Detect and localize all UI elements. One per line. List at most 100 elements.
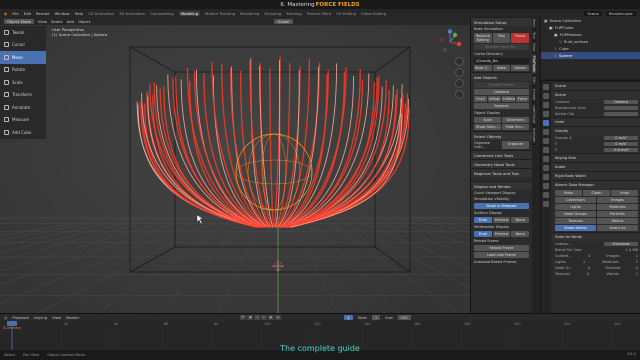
- node-groups-toggle[interactable]: Node Groups: [555, 211, 596, 217]
- category-dropdown[interactable]: Overview: [604, 242, 638, 246]
- current-frame-field[interactable]: 1: [344, 315, 353, 320]
- menu-help[interactable]: Help: [75, 11, 84, 16]
- render-props-icon[interactable]: [543, 93, 549, 99]
- tool-add-cube[interactable]: Add Cube: [0, 126, 46, 139]
- select-objects-header[interactable]: Select Objects: [471, 131, 532, 140]
- playback-menu[interactable]: Playback: [12, 315, 29, 320]
- delete-button[interactable]: Delete: [511, 65, 530, 71]
- view-layer-icon[interactable]: [543, 111, 549, 117]
- collection-props-icon[interactable]: [543, 138, 549, 144]
- start-frame-field[interactable]: 1: [371, 315, 381, 320]
- outliner-row[interactable]: ▣ FLIPFluids: [541, 24, 640, 31]
- tab-video-editing[interactable]: Video Editing: [361, 11, 386, 16]
- autoload-checkbox[interactable]: Autoload Baked Frames: [471, 259, 532, 265]
- bake-cache-button[interactable]: Bake C...: [474, 65, 492, 71]
- pan-hand-icon[interactable]: [455, 68, 464, 77]
- resume-baking-button[interactable]: Resume Baking: [474, 33, 492, 43]
- force-button[interactable]: Force: [516, 96, 529, 102]
- scene-props-icon[interactable]: [543, 120, 549, 126]
- cache-path-input[interactable]: //Gravity_Bo..: [474, 58, 529, 64]
- outflow-button[interactable]: Outflow: [501, 96, 516, 102]
- data-props-icon[interactable]: [543, 192, 549, 198]
- tab-motion-tracking[interactable]: Motion Tracking: [205, 11, 235, 16]
- hide-simulation-button[interactable]: Hide Sim...: [502, 124, 529, 130]
- tool-annotate[interactable]: Annotate: [0, 101, 46, 114]
- marker-menu[interactable]: Marker: [66, 315, 79, 320]
- gravity-header[interactable]: Gravity: [552, 126, 640, 135]
- load-last-frame-button[interactable]: Load Last Frame: [474, 252, 529, 258]
- show-in-viewport-toggle[interactable]: Show in Viewport: [474, 203, 529, 209]
- transform-orientation-dropdown[interactable]: Global: [274, 18, 293, 24]
- background-field[interactable]: [604, 106, 638, 110]
- tab-view[interactable]: View: [532, 41, 536, 55]
- surface-none-option[interactable]: None: [511, 217, 530, 223]
- audio-header[interactable]: Audio: [552, 162, 640, 171]
- outliner-row[interactable]: ▽ Cube: [541, 45, 640, 52]
- reload-frame-button[interactable]: Reload Frame: [474, 245, 529, 251]
- navigation-gizmo[interactable]: [437, 29, 463, 55]
- units-header[interactable]: Units: [552, 117, 640, 126]
- obstacle-button[interactable]: Obstacle: [474, 89, 529, 95]
- materials-toggle[interactable]: Materials: [597, 204, 638, 210]
- tab-compositing[interactable]: Compositing: [150, 11, 174, 16]
- display-render-header[interactable]: Display and Render: [471, 181, 532, 190]
- simulation-setup-header[interactable]: Simulation Setup: [471, 17, 532, 26]
- scene-section-header[interactable]: Scene: [552, 90, 640, 99]
- gravity-x-field[interactable]: 0 m/s²: [604, 136, 638, 140]
- tab-texture-paint[interactable]: Texture Paint: [307, 11, 332, 16]
- atomic-data-header[interactable]: Atomic Data Manager: [552, 180, 640, 189]
- tool-cursor[interactable]: Cursor: [0, 39, 46, 52]
- resume-from-field[interactable]: Resume from fin...: [474, 44, 529, 50]
- play-icon[interactable]: ▷: [261, 315, 267, 320]
- modifier-props-icon[interactable]: [543, 156, 549, 162]
- menu-edit[interactable]: Edit: [24, 11, 31, 16]
- whitewater-preview-option[interactable]: Preview: [492, 231, 511, 237]
- surface-final-option[interactable]: Final: [474, 217, 492, 223]
- material-props-icon[interactable]: [543, 201, 549, 207]
- clean-button[interactable]: Clean: [583, 190, 610, 196]
- play-button[interactable]: Play: [492, 33, 511, 43]
- constraints-props-icon[interactable]: [543, 183, 549, 189]
- particles-toggle[interactable]: Particles: [597, 211, 638, 217]
- object-props-icon[interactable]: [543, 147, 549, 153]
- images-toggle[interactable]: Images: [597, 197, 638, 203]
- next-key-icon[interactable]: ▶: [268, 315, 274, 320]
- tool-tweak[interactable]: Tweak: [0, 26, 46, 39]
- select-all-button[interactable]: Select All: [597, 225, 638, 231]
- outliner-row[interactable]: ▽ Sphere: [541, 52, 640, 59]
- command-line-tools-header[interactable]: Command Line Tools: [471, 150, 532, 159]
- tab-scripting[interactable]: Scripting: [264, 11, 281, 16]
- tab-flipfluids[interactable]: FlipFluids: [532, 54, 536, 76]
- outliner-row[interactable]: ▽ fluid_surface: [541, 38, 640, 45]
- tab-create[interactable]: Create: [532, 87, 536, 104]
- 3d-viewport[interactable]: Object Mode View Select Add Object Globa…: [0, 17, 470, 313]
- remove-button[interactable]: Remove: [474, 103, 529, 109]
- blender-logo-icon[interactable]: ◉: [4, 11, 7, 16]
- grid-ortho-icon[interactable]: [455, 90, 464, 99]
- world-props-icon[interactable]: [543, 129, 549, 135]
- gravity-z-field[interactable]: -9.8 m/s²: [604, 148, 638, 152]
- view-menu[interactable]: View: [52, 315, 61, 320]
- viewlayer-field[interactable]: RenderLayer: [605, 10, 636, 16]
- jump-start-icon[interactable]: ⏮: [240, 315, 246, 320]
- pause-button[interactable]: Pause: [511, 33, 530, 43]
- tool-scale[interactable]: Scale: [0, 76, 46, 89]
- tab-3d-animation[interactable]: 3D Animation: [119, 11, 145, 16]
- menu-file[interactable]: File: [12, 11, 18, 16]
- add-objects-header[interactable]: Add Objects: [471, 72, 532, 81]
- vp-menu-object[interactable]: Object: [78, 19, 90, 24]
- textures-toggle[interactable]: Textures: [555, 218, 596, 224]
- nuke-button[interactable]: Nuke: [555, 190, 582, 196]
- fluid-button[interactable]: Fluid: [474, 96, 487, 102]
- gravity-y-field[interactable]: 0 m/s²: [604, 142, 638, 146]
- undo-button[interactable]: Undo: [611, 190, 638, 196]
- lights-toggle[interactable]: Lights: [555, 204, 596, 210]
- stats-header[interactable]: Stats for Nerds: [552, 232, 640, 241]
- tab-rendering[interactable]: Rendering: [240, 11, 259, 16]
- outliner-row[interactable]: ▣ FLIPMeshes: [541, 31, 640, 38]
- keying-sets-header[interactable]: Keying Sets: [552, 153, 640, 162]
- end-frame-field[interactable]: 250: [397, 315, 411, 320]
- tab-uv-editing[interactable]: UV Editing: [336, 11, 356, 16]
- rigid-body-header[interactable]: Rigid Body World: [552, 171, 640, 180]
- collections-toggle[interactable]: Collections: [555, 197, 596, 203]
